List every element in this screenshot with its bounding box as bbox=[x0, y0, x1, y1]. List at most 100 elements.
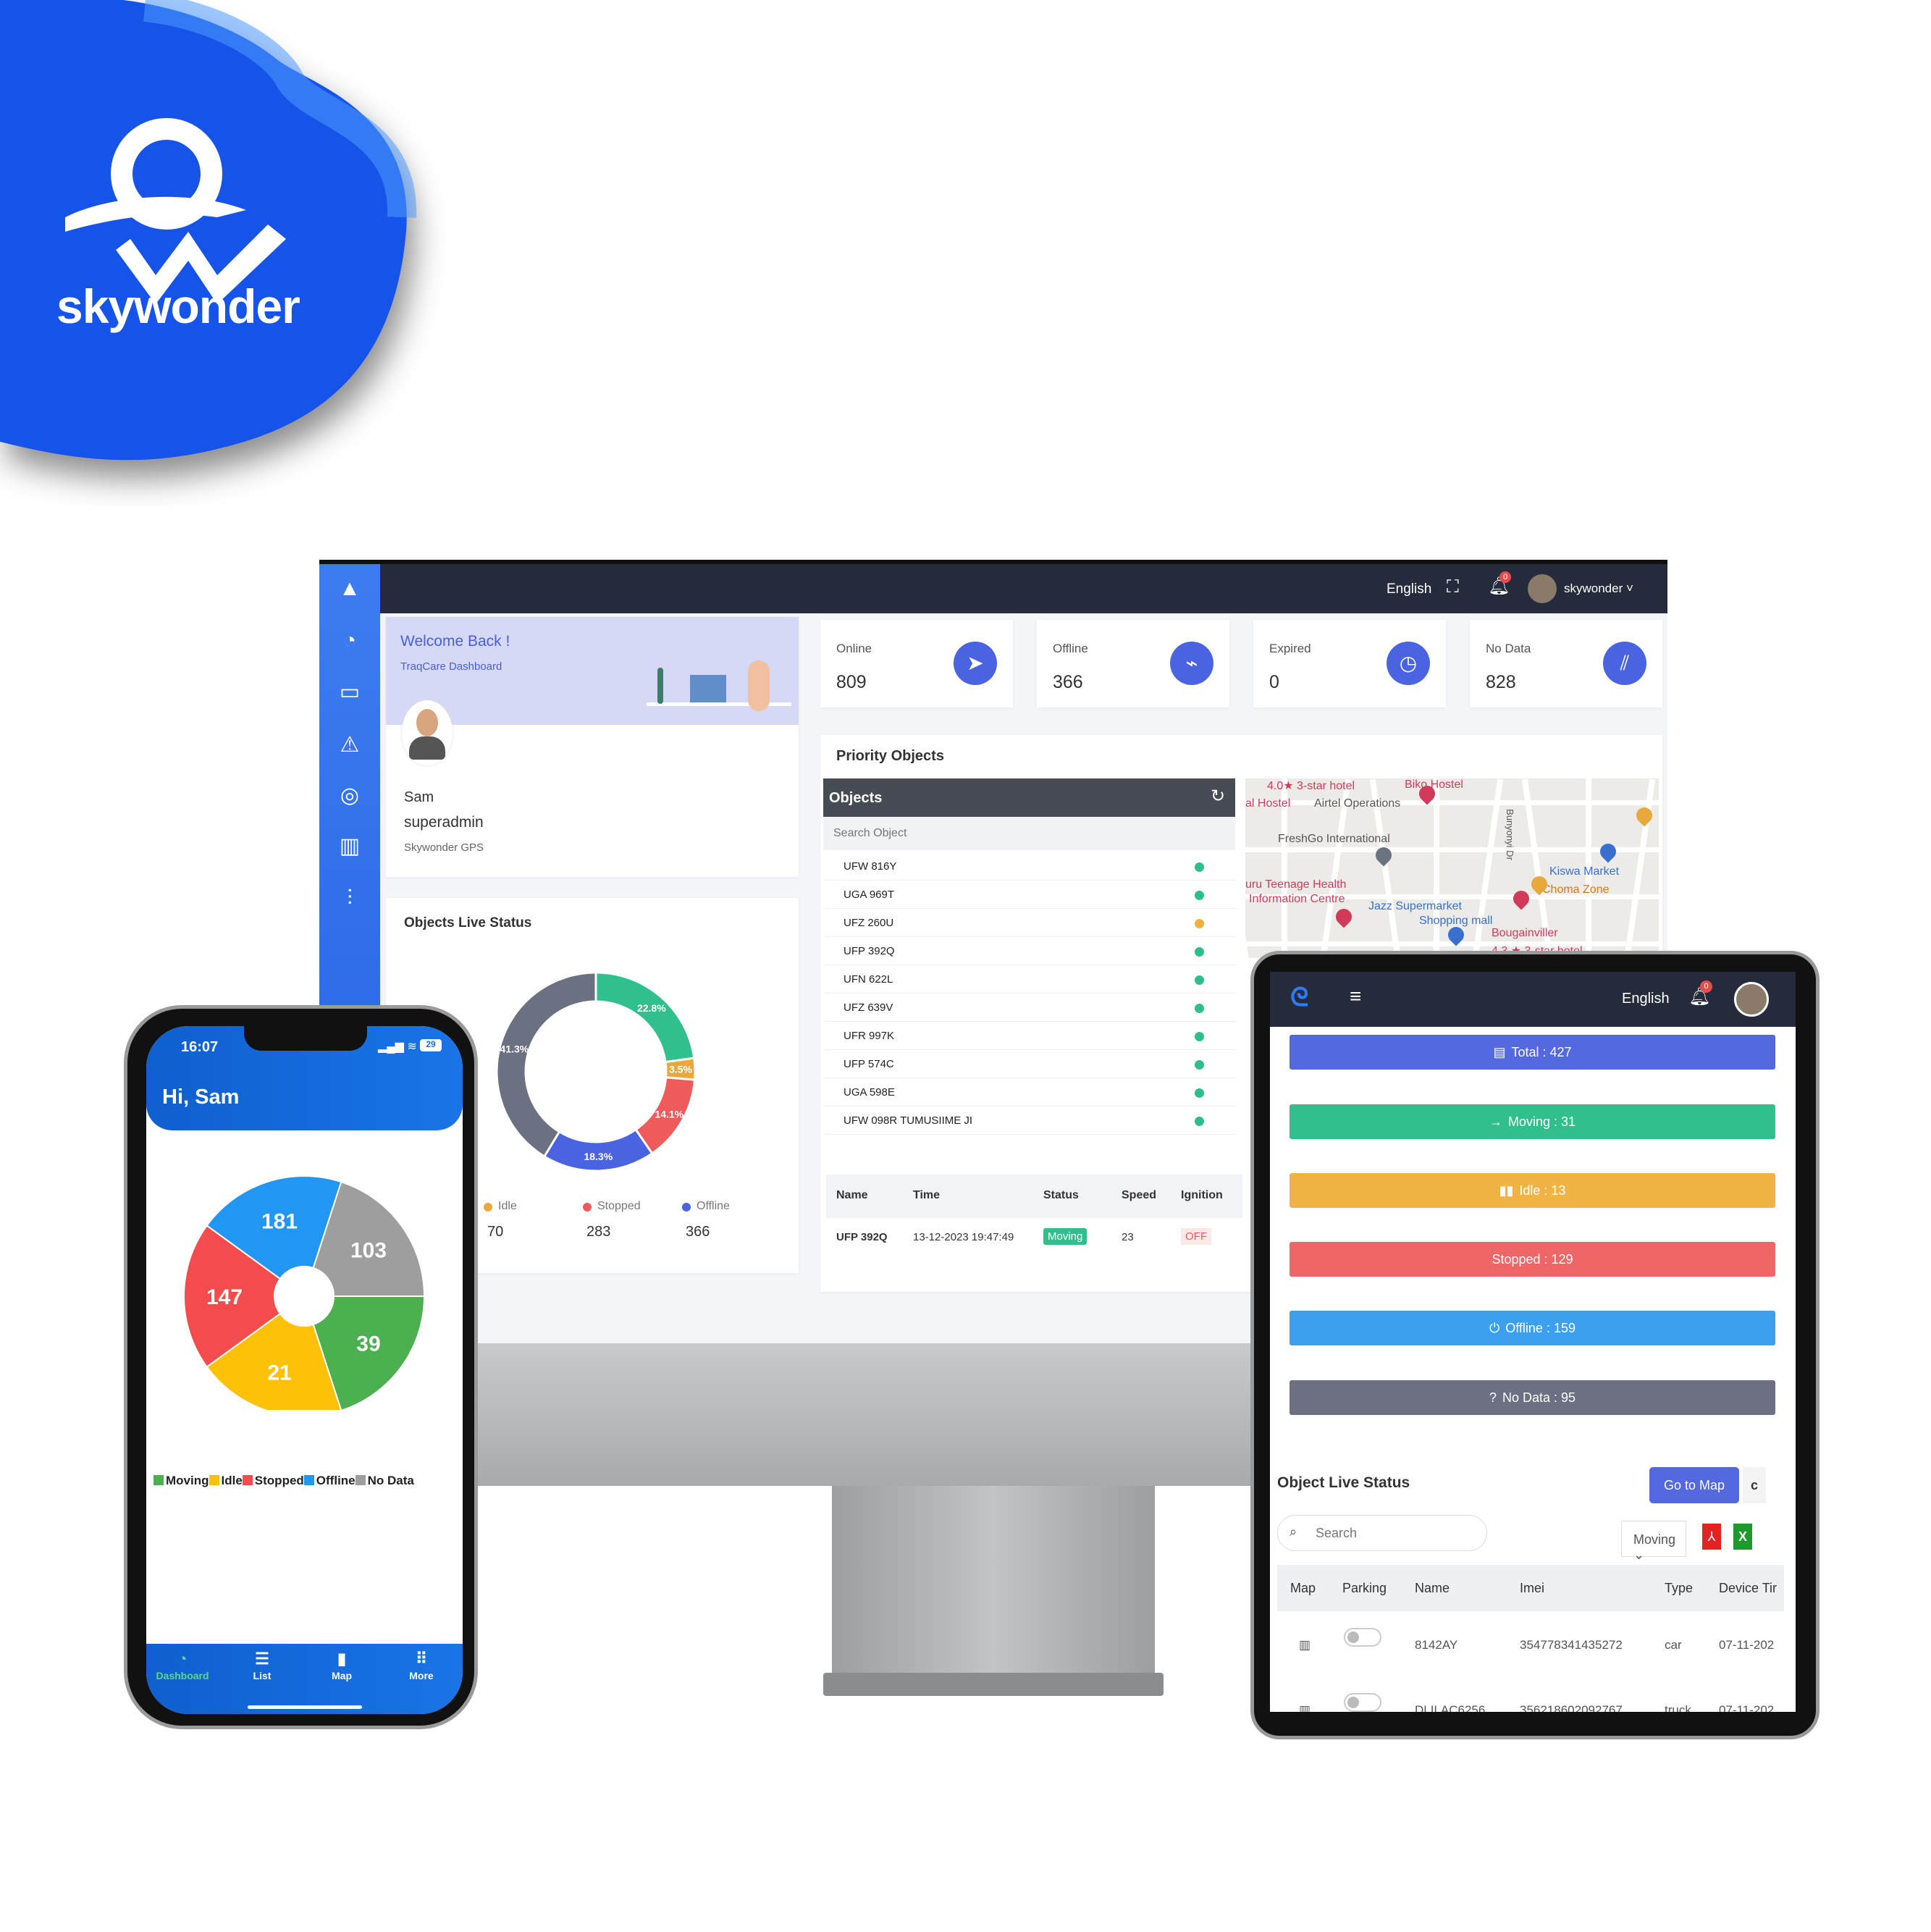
nav-dashboard[interactable]: ◔ Dashboard bbox=[146, 1650, 219, 1681]
battery-indicator: 29 bbox=[420, 1039, 442, 1051]
logo-icon[interactable]: ▲ bbox=[335, 574, 364, 603]
refresh-icon[interactable]: ↻ bbox=[1211, 786, 1225, 807]
avatar[interactable] bbox=[1528, 574, 1557, 603]
map-pin-icon[interactable] bbox=[1596, 840, 1620, 863]
wifi-off-icon: ⌁ bbox=[1170, 642, 1213, 685]
user-menu[interactable]: skywonder ˅ bbox=[1564, 581, 1633, 596]
status-filter-select[interactable]: Moving ⌄ bbox=[1621, 1521, 1686, 1562]
pie-data-label: 21 bbox=[267, 1361, 291, 1385]
legend-swatch bbox=[355, 1475, 366, 1485]
sliders-icon[interactable]: ⫶ bbox=[335, 884, 364, 913]
welcome-subtitle: TraqCare Dashboard bbox=[400, 660, 502, 673]
stat-card-online[interactable]: Online 809 ➤ bbox=[820, 620, 1013, 707]
object-list-item[interactable]: UFP 574C bbox=[825, 1051, 1237, 1078]
parking-toggle[interactable] bbox=[1344, 1628, 1381, 1647]
stat-card-offline[interactable]: Offline 366 ⌁ bbox=[1037, 620, 1229, 707]
map-view[interactable]: 4.0★ 3-star hotel Biko Hostel al Hostel Air… bbox=[1245, 778, 1659, 958]
dashboard-gauge-icon[interactable]: ◔ bbox=[335, 626, 364, 655]
alert-triangle-icon[interactable]: ⚠ bbox=[335, 731, 364, 760]
legend-label: Offline bbox=[316, 1474, 356, 1487]
nav-more[interactable]: ⠿ More bbox=[385, 1650, 458, 1681]
map-label: Information Centre bbox=[1249, 893, 1345, 905]
signal-off-icon: ⫽ bbox=[1603, 642, 1646, 685]
legend-label: No Data bbox=[367, 1474, 414, 1487]
nav-list[interactable]: ☰ List bbox=[226, 1650, 298, 1681]
bar-chart-icon[interactable]: ▥ bbox=[335, 832, 364, 861]
map-icon[interactable]: ▥ bbox=[1299, 1703, 1311, 1712]
brand-logo-icon[interactable]: ᘓ bbox=[1290, 982, 1308, 1013]
table-cell-speed: 23 bbox=[1122, 1231, 1134, 1243]
excel-export-icon[interactable]: X bbox=[1733, 1524, 1752, 1550]
object-list-item[interactable]: UFZ 639V bbox=[825, 994, 1237, 1022]
table-cell-time: 13-12-2023 19:47:49 bbox=[913, 1231, 1014, 1243]
object-list-item[interactable]: UGA 969T bbox=[825, 881, 1237, 909]
fullscreen-icon[interactable]: ⛶ bbox=[1447, 577, 1459, 597]
pdf-export-icon[interactable]: ⅄ bbox=[1702, 1524, 1721, 1550]
avatar[interactable] bbox=[1734, 982, 1769, 1017]
map-pin-icon[interactable] bbox=[1510, 887, 1533, 910]
object-list-item[interactable]: UFP 392Q bbox=[825, 938, 1237, 965]
map-label: Jazz Supermarket bbox=[1368, 900, 1462, 912]
map-icon[interactable]: ▥ bbox=[1299, 1638, 1311, 1652]
status-button-stopped[interactable]: Stopped : 129 bbox=[1290, 1242, 1775, 1277]
hamburger-menu-icon[interactable]: ≡ bbox=[1350, 985, 1361, 1008]
object-list-item[interactable]: UGA 598E bbox=[825, 1079, 1237, 1106]
object-list-item[interactable]: UFR 997K bbox=[825, 1022, 1237, 1050]
search-input[interactable]: ⌕ Search bbox=[1277, 1515, 1487, 1551]
object-name: UFZ 260U bbox=[844, 917, 894, 929]
column-header: Device Tir bbox=[1719, 1581, 1778, 1595]
map-pin-icon[interactable] bbox=[1332, 905, 1355, 928]
profile-role: superadmin bbox=[404, 814, 484, 831]
status-dot bbox=[1195, 947, 1204, 957]
status-label: Idle : 13 bbox=[1519, 1183, 1566, 1198]
language-selector[interactable]: English bbox=[1387, 581, 1431, 597]
legend-label: Stopped bbox=[254, 1474, 304, 1487]
map-icon: ▮ bbox=[337, 1650, 347, 1668]
status-button-total[interactable]: ▤ Total : 427 bbox=[1290, 1035, 1775, 1070]
status-button-offline[interactable]: ⏻ Offline : 159 bbox=[1290, 1311, 1775, 1345]
search-object-input[interactable]: Search Object bbox=[823, 817, 1235, 850]
pie-data-label: 181 bbox=[261, 1209, 298, 1233]
stat-value: 828 bbox=[1486, 672, 1516, 692]
stat-value: 809 bbox=[836, 672, 867, 692]
go-to-map-button[interactable]: Go to Map bbox=[1649, 1467, 1739, 1503]
map-label: Choma Zone bbox=[1542, 883, 1610, 896]
stat-card-expired[interactable]: Expired 0 ◷ bbox=[1253, 620, 1446, 707]
user-circle-icon[interactable]: ◎ bbox=[335, 781, 364, 810]
object-list-item[interactable]: UFW 098R TUMUSIIME JI bbox=[825, 1107, 1237, 1135]
map-pin-icon[interactable] bbox=[1633, 804, 1656, 827]
status-icon: ▮▮ bbox=[1499, 1183, 1514, 1198]
status-button-moving[interactable]: → Moving : 31 bbox=[1290, 1104, 1775, 1139]
refresh-button[interactable]: c bbox=[1743, 1467, 1766, 1503]
cell-name: 8142AY bbox=[1415, 1638, 1458, 1652]
monitor-icon[interactable]: ▭ bbox=[335, 678, 364, 707]
table-header: Map Parking Name Imei Type Device Tir bbox=[1277, 1565, 1784, 1611]
object-list-item[interactable]: UFZ 260U bbox=[825, 910, 1237, 937]
legend-value: 366 bbox=[686, 1224, 710, 1240]
stat-label: No Data bbox=[1486, 642, 1531, 655]
donut-data-label: 41.3% bbox=[500, 1043, 529, 1054]
welcome-banner: Welcome Back ! TraqCare Dashboard bbox=[386, 617, 799, 725]
nav-map[interactable]: ▮ Map bbox=[306, 1650, 378, 1681]
object-name: UFW 816Y bbox=[844, 860, 897, 873]
object-name: UFN 622L bbox=[844, 973, 893, 986]
signal-wifi-icon: ▂▄▆ ≋ bbox=[378, 1041, 417, 1053]
status-button-no-data[interactable]: ? No Data : 95 bbox=[1290, 1380, 1775, 1415]
parking-toggle[interactable] bbox=[1344, 1693, 1381, 1712]
column-header: Speed bbox=[1122, 1189, 1157, 1201]
dashboard-icon: ◔ bbox=[177, 1650, 188, 1668]
status-label: Stopped : 129 bbox=[1492, 1252, 1573, 1267]
object-name: UFP 392Q bbox=[844, 945, 895, 957]
status-icon: ? bbox=[1489, 1390, 1497, 1405]
status-dot bbox=[1195, 1032, 1204, 1041]
donut-slice[interactable] bbox=[495, 971, 597, 1159]
status-button-idle[interactable]: ▮▮ Idle : 13 bbox=[1290, 1173, 1775, 1208]
language-selector[interactable]: English bbox=[1622, 991, 1670, 1007]
stat-card-no-data[interactable]: No Data 828 ⫽ bbox=[1470, 620, 1662, 707]
notification-badge: 0 bbox=[1499, 571, 1511, 583]
object-name: UFR 997K bbox=[844, 1030, 895, 1042]
donut-slice[interactable] bbox=[594, 971, 696, 1064]
object-list-item[interactable]: UFW 816Y bbox=[825, 853, 1237, 881]
object-list-item[interactable]: UFN 622L bbox=[825, 966, 1237, 994]
profile-name: Sam bbox=[404, 789, 434, 805]
